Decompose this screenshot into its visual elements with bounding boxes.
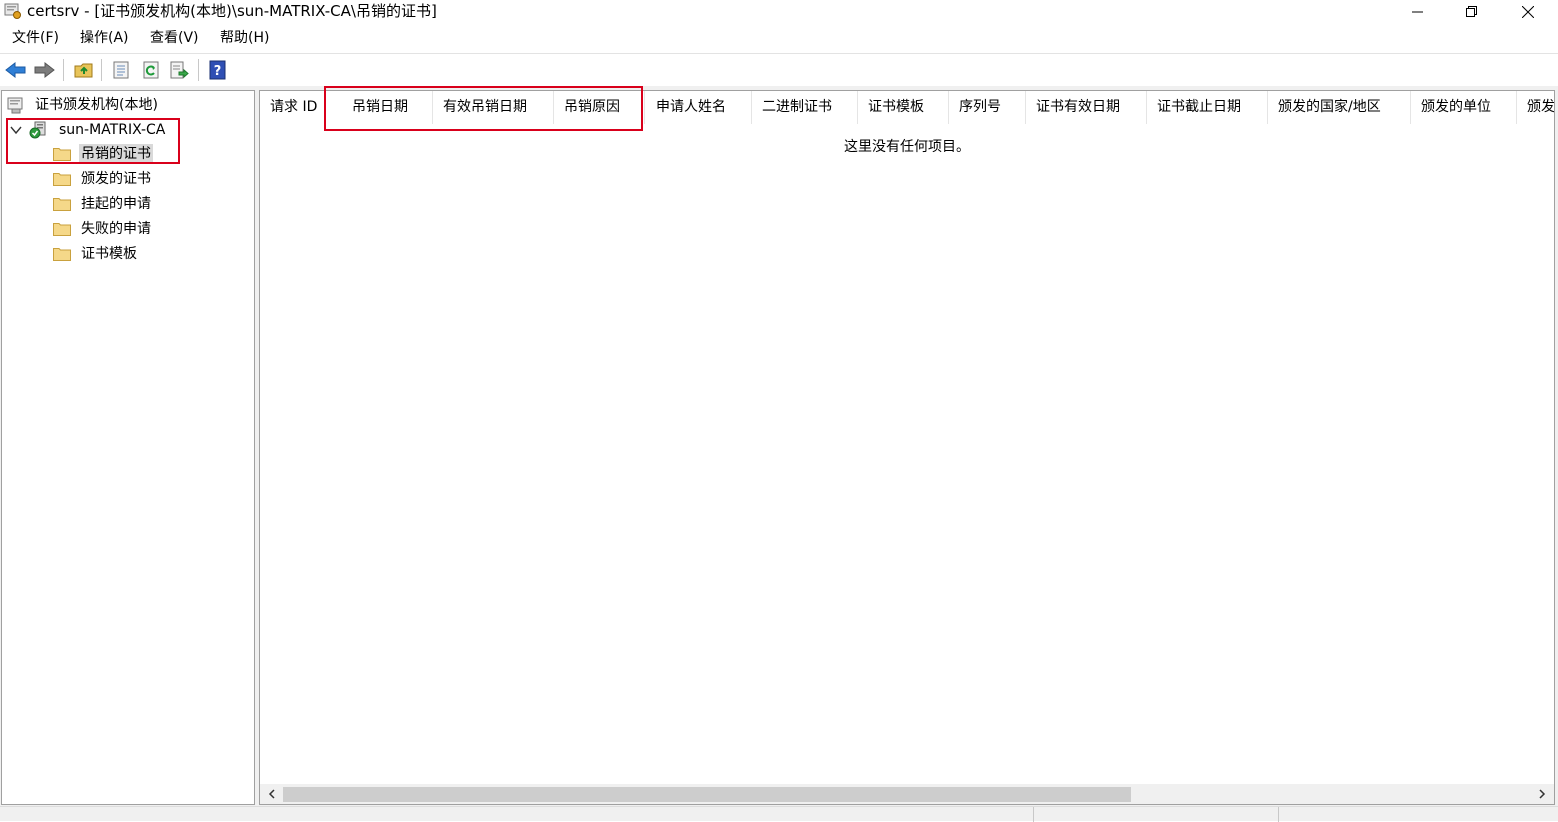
column-header-certificate-expiration-date[interactable]: 证书截止日期	[1147, 91, 1268, 124]
result-list: 请求 ID 吊销日期 有效吊销日期 吊销原因 申请人姓名 二进制证书 证书模板 …	[259, 90, 1555, 805]
menu-help[interactable]: 帮助(H)	[220, 28, 269, 48]
tree-item-failed-requests[interactable]: 失败的申请	[53, 218, 153, 240]
forward-arrow-icon	[34, 61, 55, 79]
close-icon	[1522, 6, 1534, 18]
chevron-right-icon	[1539, 789, 1546, 799]
toolbar-separator	[63, 59, 64, 81]
help-button[interactable]: ?	[206, 58, 230, 82]
properties-button[interactable]	[109, 58, 133, 82]
empty-list-message: 这里没有任何项目。	[844, 139, 970, 155]
help-icon: ?	[209, 60, 226, 80]
folder-icon	[53, 148, 71, 161]
tree-item-label: 证书模板	[81, 246, 137, 262]
tree-item-label: 失败的申请	[81, 221, 151, 237]
column-header-revocation-date[interactable]: 吊销日期	[342, 91, 433, 124]
refresh-button[interactable]	[139, 58, 163, 82]
column-header-serial-number[interactable]: 序列号	[949, 91, 1026, 124]
title-bar: certsrv - [证书颁发机构(本地)\sun-MATRIX-CA\吊销的证…	[0, 0, 1558, 24]
restore-button[interactable]	[1444, 0, 1500, 24]
tree-ca-label: sun-MATRIX-CA	[59, 122, 166, 138]
folder-icon	[53, 198, 71, 211]
column-header-issued-more[interactable]: 颁发	[1517, 91, 1554, 124]
column-header-request-id[interactable]: 请求 ID	[260, 91, 326, 124]
up-folder-icon	[74, 63, 93, 78]
chevron-down-icon[interactable]	[9, 123, 23, 137]
menu-action[interactable]: 操作(A)	[80, 28, 129, 48]
status-separator	[1278, 807, 1279, 822]
column-header-issued-organization[interactable]: 颁发的单位	[1411, 91, 1517, 124]
scrollbar-thumb[interactable]	[283, 787, 1131, 802]
tree-item-revoked-certificates[interactable]: 吊销的证书	[53, 143, 153, 165]
refresh-icon	[143, 61, 159, 79]
tree-ca-item[interactable]: sun-MATRIX-CA	[9, 119, 167, 141]
menu-view[interactable]: 查看(V)	[150, 28, 199, 48]
column-header-requester-name[interactable]: 申请人姓名	[646, 91, 752, 124]
console-tree: 证书颁发机构(本地) sun-MATRIX-CA 吊销的证书 颁发的证书 挂起的…	[1, 90, 255, 805]
folder-icon	[53, 223, 71, 236]
tree-item-certificate-templates[interactable]: 证书模板	[53, 243, 139, 265]
column-header-certificate-effective-date[interactable]: 证书有效日期	[1026, 91, 1147, 124]
menu-file[interactable]: 文件(F)	[12, 28, 59, 48]
status-separator	[1033, 807, 1034, 822]
tree-root-label: 证书颁发机构(本地)	[35, 97, 158, 113]
toolbar-separator	[198, 59, 199, 81]
folder-icon	[53, 173, 71, 186]
tree-item-label: 颁发的证书	[81, 171, 151, 187]
back-button[interactable]	[4, 58, 28, 82]
minimize-icon	[1412, 11, 1423, 13]
menu-bar: 文件(F) 操作(A) 查看(V) 帮助(H)	[0, 25, 1558, 51]
scroll-right-button[interactable]	[1532, 784, 1552, 804]
restore-icon	[1466, 6, 1477, 17]
export-list-button[interactable]	[167, 58, 191, 82]
close-button[interactable]	[1500, 0, 1556, 24]
tree-item-pending-requests[interactable]: 挂起的申请	[53, 193, 153, 215]
column-header-issued-country[interactable]: 颁发的国家/地区	[1268, 91, 1411, 124]
horizontal-scrollbar[interactable]	[260, 784, 1554, 804]
window-title: certsrv - [证书颁发机构(本地)\sun-MATRIX-CA\吊销的证…	[27, 2, 437, 20]
column-header-certificate-template[interactable]: 证书模板	[858, 91, 949, 124]
certsrv-app-icon	[4, 3, 21, 19]
ca-server-check-icon	[29, 121, 46, 139]
up-one-level-button[interactable]	[72, 58, 96, 82]
properties-icon	[113, 61, 129, 79]
scroll-left-button[interactable]	[262, 784, 282, 804]
minimize-button[interactable]	[1390, 0, 1446, 24]
tree-item-label: 吊销的证书	[79, 144, 153, 164]
column-header-binary-certificate[interactable]: 二进制证书	[752, 91, 858, 124]
chevron-left-icon	[268, 789, 275, 799]
forward-button[interactable]	[32, 58, 56, 82]
tree-root-item[interactable]: 证书颁发机构(本地)	[7, 94, 160, 116]
toolbar: ?	[0, 53, 1558, 85]
tree-item-label: 挂起的申请	[81, 196, 151, 212]
column-header-revocation-reason[interactable]: 吊销原因	[554, 91, 645, 124]
column-header-row: 请求 ID 吊销日期 有效吊销日期 吊销原因 申请人姓名 二进制证书 证书模板 …	[260, 91, 1554, 124]
svg-text:?: ?	[214, 64, 222, 79]
toolbar-separator	[101, 59, 102, 81]
column-header-effective-revocation-date[interactable]: 有效吊销日期	[433, 91, 554, 124]
folder-icon	[53, 248, 71, 261]
certificate-authority-icon	[7, 97, 23, 114]
back-arrow-icon	[5, 61, 26, 79]
tree-item-issued-certificates[interactable]: 颁发的证书	[53, 168, 153, 190]
status-bar	[0, 806, 1558, 822]
export-list-icon	[170, 61, 189, 79]
